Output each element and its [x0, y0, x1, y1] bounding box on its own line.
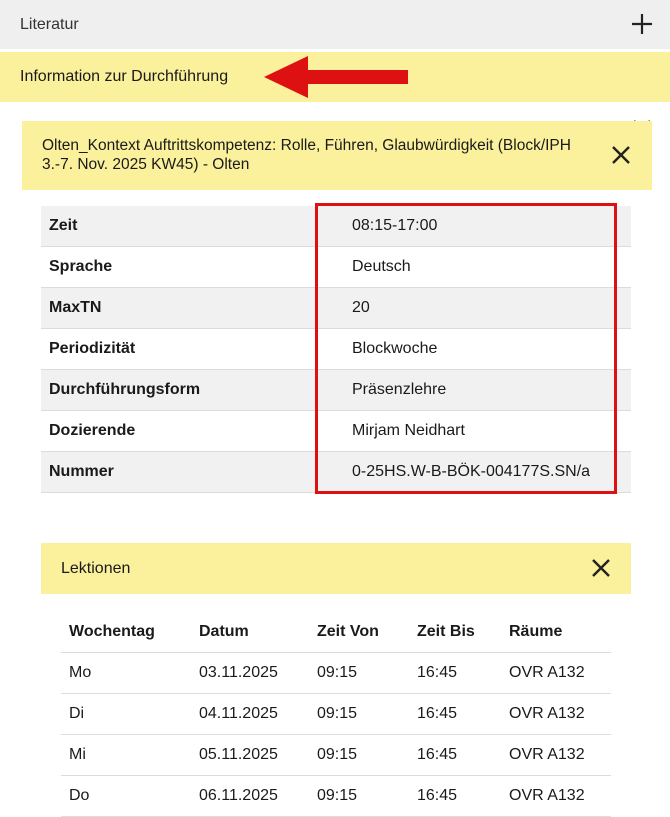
column-header-zeit-von: Zeit Von	[309, 611, 409, 653]
course-header[interactable]: Olten_Kontext Auftrittskompetenz: Rolle,…	[22, 121, 652, 190]
cell-raum: OVR A132	[501, 734, 611, 776]
literatur-section-header[interactable]: Literatur	[0, 0, 670, 49]
cell-datum: 06.11.2025	[191, 775, 309, 817]
details-label: Periodizität	[41, 328, 325, 370]
cell-zeit-von: 09:15	[309, 693, 409, 735]
details-label: Zeit	[41, 206, 325, 247]
cell-raum: OVR A132	[501, 693, 611, 735]
details-row-sprache: Sprache Deutsch	[41, 246, 631, 288]
details-value: 20	[325, 287, 631, 329]
column-header-zeit-bis: Zeit Bis	[409, 611, 501, 653]
cell-datum: 03.11.2025	[191, 652, 309, 694]
cell-wochentag: Mo	[61, 652, 191, 694]
cell-zeit-bis: 16:45	[409, 734, 501, 776]
lektionen-title: Lektionen	[61, 559, 131, 577]
column-header-raeume: Räume	[501, 611, 611, 653]
table-row: Mo 03.11.2025 09:15 16:45 OVR A132	[61, 652, 611, 694]
details-value: 0-25HS.W-B-BÖK-004177S.SN/a	[325, 451, 631, 493]
close-icon[interactable]	[607, 141, 635, 169]
lessons-header-row: Wochentag Datum Zeit Von Zeit Bis Räume	[61, 611, 611, 653]
details-value: Deutsch	[325, 246, 631, 288]
details-value: Mirjam Neidhart	[325, 410, 631, 452]
details-label: MaxTN	[41, 287, 325, 329]
details-label: Nummer	[41, 451, 325, 493]
cell-wochentag: Do	[61, 775, 191, 817]
details-value: Blockwoche	[325, 328, 631, 370]
details-row-dozierende: Dozierende Mirjam Neidhart	[41, 410, 631, 452]
details-row-durchfuehrungsform: Durchführungsform Präsenzlehre	[41, 369, 631, 411]
table-row: Di 04.11.2025 09:15 16:45 OVR A132	[61, 693, 611, 735]
course-title: Olten_Kontext Auftrittskompetenz: Rolle,…	[42, 137, 571, 173]
details-label: Sprache	[41, 246, 325, 288]
table-row: Do 06.11.2025 09:15 16:45 OVR A132	[61, 775, 611, 817]
close-icon[interactable]	[587, 554, 615, 582]
details-label: Dozierende	[41, 410, 325, 452]
table-row: Mi 05.11.2025 09:15 16:45 OVR A132	[61, 734, 611, 776]
cell-zeit-bis: 16:45	[409, 775, 501, 817]
literatur-title: Literatur	[20, 15, 79, 33]
details-row-zeit: Zeit 08:15-17:00	[41, 206, 631, 247]
details-row-periodizitaet: Periodizität Blockwoche	[41, 328, 631, 370]
info-title: Information zur Durchführung	[20, 68, 229, 85]
details-label: Durchführungsform	[41, 369, 325, 411]
cell-raum: OVR A132	[501, 652, 611, 694]
plus-icon[interactable]	[628, 10, 656, 38]
details-row-maxtn: MaxTN 20	[41, 287, 631, 329]
cell-raum: OVR A132	[501, 775, 611, 817]
column-header-wochentag: Wochentag	[61, 611, 191, 653]
annotation-arrow-icon	[264, 56, 408, 98]
cell-zeit-von: 09:15	[309, 775, 409, 817]
details-value: Präsenzlehre	[325, 369, 631, 411]
cell-zeit-von: 09:15	[309, 734, 409, 776]
cell-zeit-von: 09:15	[309, 652, 409, 694]
column-header-datum: Datum	[191, 611, 309, 653]
lessons-table: Wochentag Datum Zeit Von Zeit Bis Räume …	[61, 611, 611, 817]
cell-wochentag: Di	[61, 693, 191, 735]
lektionen-section-header[interactable]: Lektionen	[41, 543, 631, 594]
details-table: Zeit 08:15-17:00 Sprache Deutsch MaxTN 2…	[41, 206, 631, 493]
cell-wochentag: Mi	[61, 734, 191, 776]
cell-zeit-bis: 16:45	[409, 693, 501, 735]
cell-datum: 04.11.2025	[191, 693, 309, 735]
details-row-nummer: Nummer 0-25HS.W-B-BÖK-004177S.SN/a	[41, 451, 631, 493]
details-value: 08:15-17:00	[325, 206, 631, 247]
cell-datum: 05.11.2025	[191, 734, 309, 776]
cell-zeit-bis: 16:45	[409, 652, 501, 694]
